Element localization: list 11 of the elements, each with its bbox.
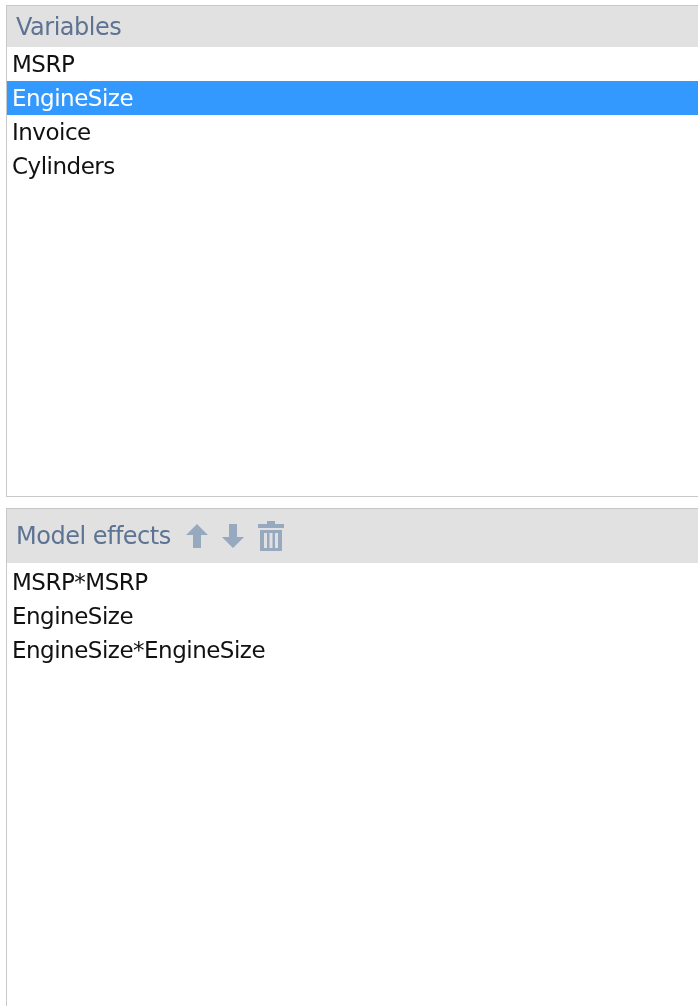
list-item[interactable]: MSRP*MSRP [7,565,698,599]
list-item[interactable]: MSRP [7,47,698,81]
move-up-icon[interactable] [184,523,209,549]
move-down-icon[interactable] [220,523,245,549]
delete-icon[interactable] [256,521,285,551]
list-item[interactable]: Invoice [7,115,698,149]
list-item[interactable]: Cylinders [7,149,698,183]
list-item[interactable]: EngineSize*EngineSize [7,633,698,667]
list-item[interactable]: EngineSize [7,599,698,633]
panel-title: Model effects [16,522,171,550]
panel-title: Variables [16,12,122,41]
